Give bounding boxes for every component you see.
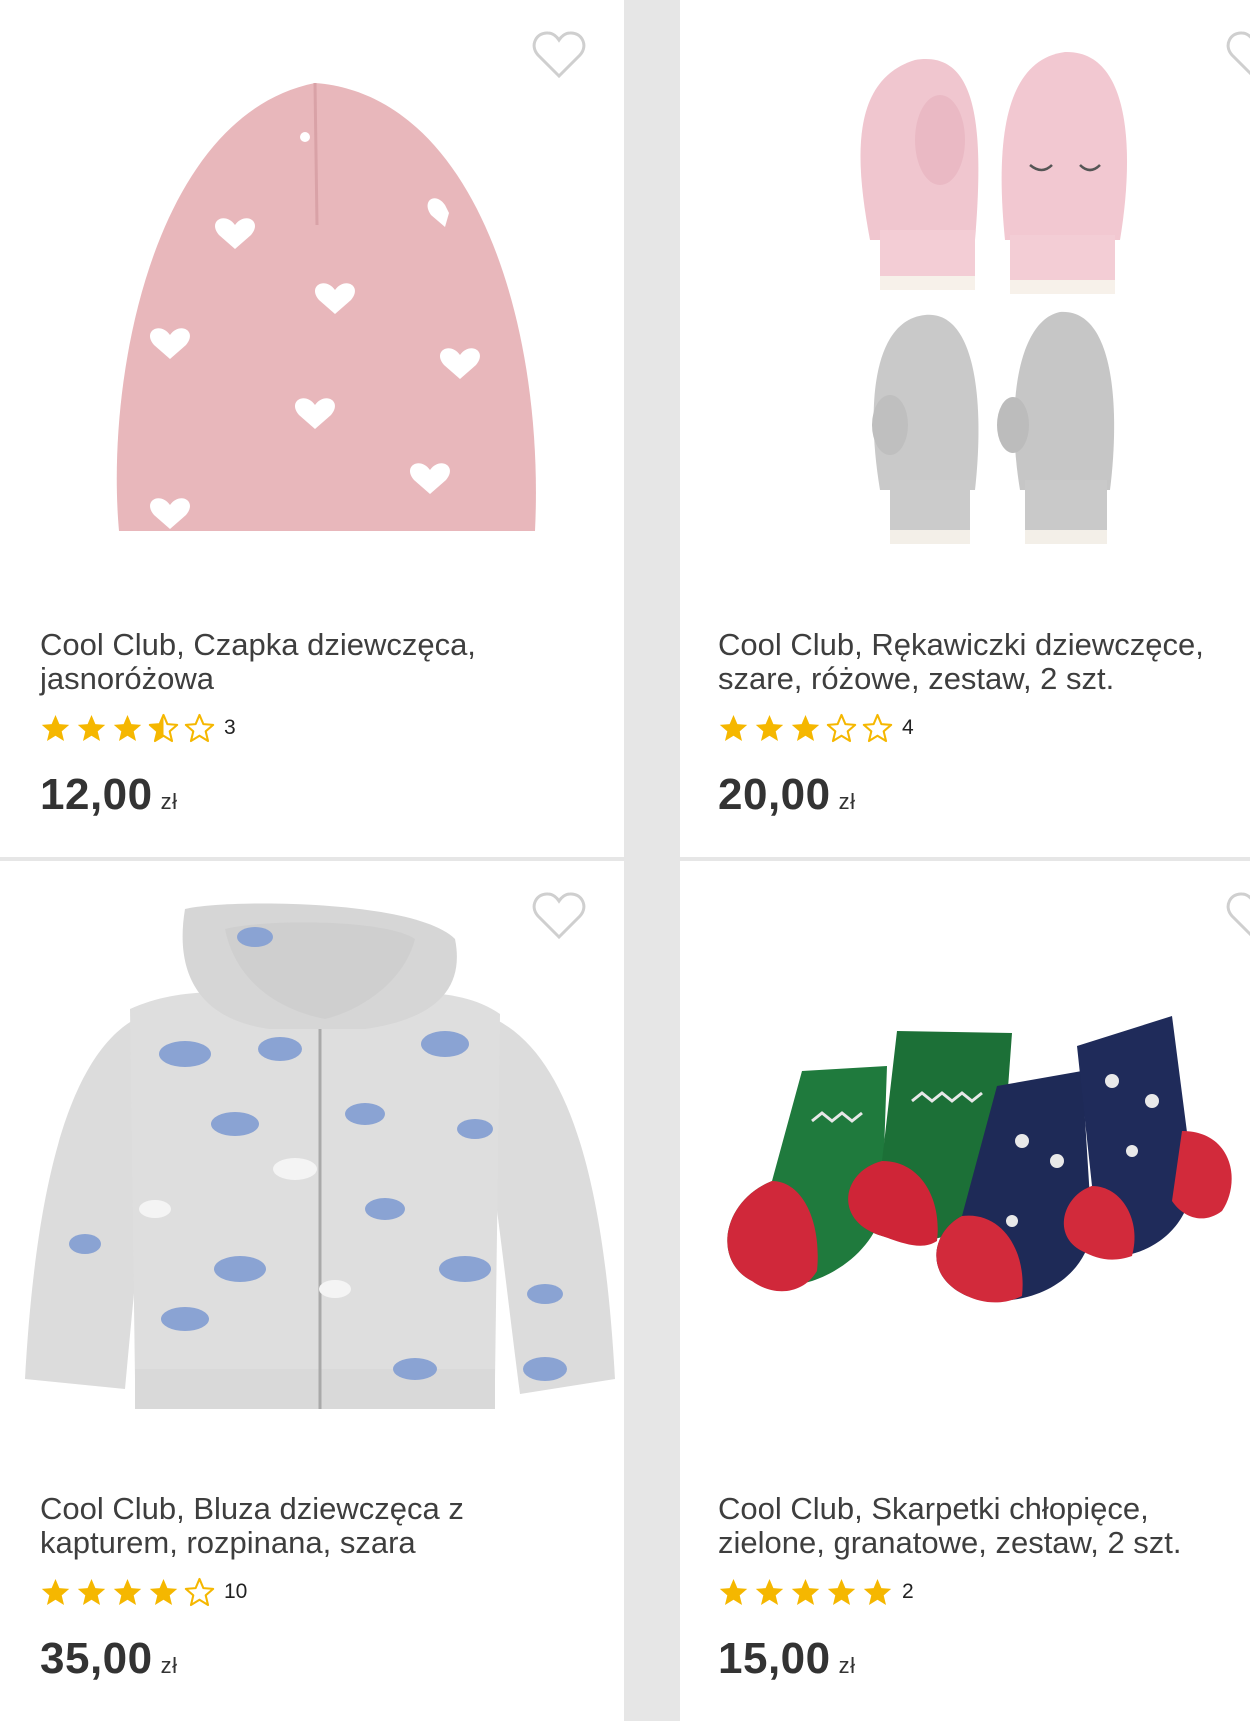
star-full-icon (719, 714, 748, 741)
price-value: 20,00 (718, 770, 831, 819)
star-full-icon (791, 714, 820, 741)
product-price: 20,00 zł (718, 770, 856, 820)
rating-stars: 3 (40, 712, 236, 744)
price-currency: zł (160, 789, 178, 814)
product-image[interactable] (0, 861, 624, 1461)
product-card[interactable]: Cool Club, Czapka dziewczęca, jasnoróżow… (0, 0, 624, 857)
price-value: 12,00 (40, 770, 153, 819)
rating-stars: 4 (718, 712, 914, 744)
star-full-icon (113, 1578, 142, 1605)
price-currency: zł (160, 1653, 178, 1678)
product-price: 35,00 zł (40, 1634, 178, 1684)
pink-heart-beanie-image (116, 82, 536, 531)
rating-stars: 10 (40, 1576, 247, 1608)
star-full-icon (113, 714, 142, 741)
add-to-favorites-heart-icon[interactable] (532, 891, 586, 941)
product-title[interactable]: Cool Club, Skarpetki chłopięce, zielone,… (718, 1492, 1250, 1560)
star-full-icon (791, 1578, 820, 1605)
product-card[interactable]: Cool Club, Skarpetki chłopięce, zielone,… (680, 861, 1250, 1721)
rating-count: 10 (224, 1580, 248, 1603)
product-grid: Cool Club, Czapka dziewczęca, jasnoróżow… (0, 0, 1250, 1721)
add-to-favorites-heart-icon[interactable] (1226, 891, 1250, 941)
product-card[interactable]: Cool Club, Rękawiczki dziewczęce, szare,… (680, 0, 1250, 857)
product-card[interactable]: Cool Club, Bluza dziewczęca z kapturem, … (0, 861, 624, 1721)
price-currency: zł (838, 789, 856, 814)
star-full-icon (77, 1578, 106, 1605)
add-to-favorites-heart-icon[interactable] (1226, 30, 1250, 80)
add-to-favorites-heart-icon[interactable] (532, 30, 586, 80)
product-price: 15,00 zł (718, 1634, 856, 1684)
star-empty-icon (862, 713, 893, 742)
star-empty-icon (826, 713, 857, 742)
star-half-icon (148, 713, 179, 742)
star-empty-icon (184, 713, 215, 742)
product-title[interactable]: Cool Club, Rękawiczki dziewczęce, szare,… (718, 628, 1250, 696)
price-value: 15,00 (718, 1634, 831, 1683)
product-title[interactable]: Cool Club, Bluza dziewczęca z kapturem, … (40, 1492, 600, 1560)
rating-count: 2 (902, 1580, 914, 1603)
star-empty-icon (184, 1577, 215, 1606)
star-full-icon (827, 1578, 856, 1605)
price-value: 35,00 (40, 1634, 153, 1683)
rating-count: 3 (224, 716, 236, 739)
star-full-icon (863, 1578, 892, 1605)
rating-stars: 2 (718, 1576, 914, 1608)
star-full-icon (755, 1578, 784, 1605)
star-full-icon (77, 714, 106, 741)
star-full-icon (41, 1578, 70, 1605)
grey-hoodie-image (25, 903, 615, 1409)
product-price: 12,00 zł (40, 770, 178, 820)
product-image[interactable] (0, 0, 624, 600)
knit-mittens-image (860, 51, 1128, 544)
product-image[interactable] (680, 861, 1250, 1461)
star-full-icon (755, 714, 784, 741)
star-full-icon (41, 714, 70, 741)
product-image[interactable] (680, 0, 1250, 600)
price-currency: zł (838, 1653, 856, 1678)
star-full-icon (719, 1578, 748, 1605)
product-title[interactable]: Cool Club, Czapka dziewczęca, jasnoróżow… (40, 628, 600, 696)
rating-count: 4 (902, 716, 914, 739)
christmas-socks-image (727, 1016, 1232, 1303)
star-full-icon (149, 1578, 178, 1605)
